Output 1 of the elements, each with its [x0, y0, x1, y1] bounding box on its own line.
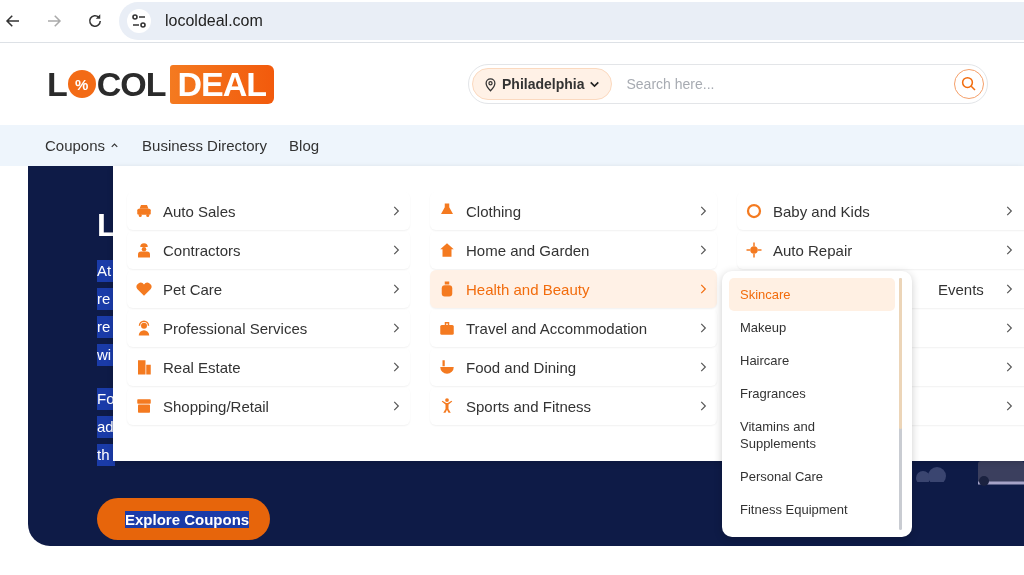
hero-text: th	[97, 444, 115, 466]
